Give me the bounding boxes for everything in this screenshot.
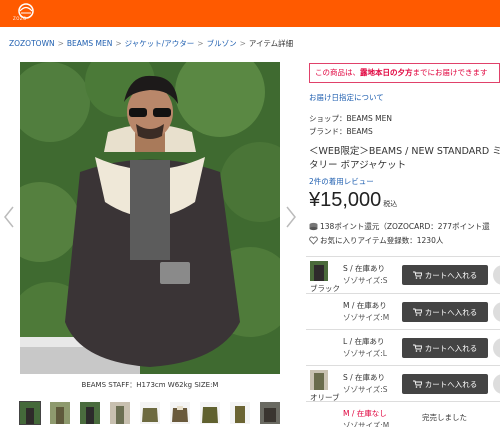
zozo-size: ゾゾサイズ:M [343, 313, 390, 322]
tax-label: 税込 [383, 200, 398, 208]
color-swatch-olive[interactable] [310, 370, 328, 390]
add-to-cart-label: カートへ入れる [424, 307, 478, 317]
add-to-cart-label: カートへ入れる [424, 343, 478, 353]
favorite-toggle[interactable] [493, 302, 500, 322]
stock-row: ブラック S / 在庫あり ゾゾサイズ:S カートへ入れる [306, 256, 500, 293]
breadcrumb-zozotown[interactable]: ZOZOTOWN [9, 39, 55, 48]
zozo-size: ゾゾサイズ:L [343, 349, 387, 358]
breadcrumb-current: アイテム詳細 [248, 39, 294, 48]
breadcrumb-separator: > [239, 39, 246, 48]
coin-stack-icon [309, 222, 318, 231]
thumbnail-9[interactable] [260, 402, 280, 424]
size-stock-status: S / 在庫あり [343, 373, 386, 382]
breadcrumb-jacket-outer[interactable]: ジャケット/アウター [125, 39, 195, 48]
thumbnail-8[interactable] [230, 402, 250, 424]
top-bar: ZOZO [0, 0, 500, 27]
favorite-toggle[interactable] [493, 265, 500, 285]
stock-row: M / 在庫あり ゾゾサイズ:M カートへ入れる [306, 293, 500, 324]
breadcrumb-separator: > [57, 39, 64, 48]
staff-size-caption: BEAMS STAFF：H173cm W62kg SIZE:M [81, 381, 219, 389]
price-row: ¥15,000 税込 [309, 189, 397, 212]
add-to-cart-button[interactable]: カートへ入れる [402, 338, 488, 358]
points-info: 138ポイント還元（ZOZOCARD：277ポイント還 [309, 221, 490, 232]
favorite-toggle[interactable] [493, 338, 500, 358]
favorites-text: お気に入りアイテム登録数：1230人 [320, 236, 444, 245]
breadcrumb: ZOZOTOWN > BEAMS MEN > ジャケット/アウター > ブルゾン > アイテム詳… [9, 38, 293, 49]
thumbnail-6[interactable] [170, 402, 190, 424]
cart-icon [412, 271, 422, 279]
thumbnail-2[interactable] [50, 402, 70, 424]
breadcrumb-beams-men[interactable]: BEAMS MEN [67, 39, 112, 48]
breadcrumb-separator: > [197, 39, 204, 48]
notice-text-bold: 露地本日の夕方 [360, 68, 413, 77]
thumbnail-1[interactable] [19, 401, 41, 425]
size-stock-status: M / 在庫なし [343, 409, 387, 418]
thumbnail-strip [19, 401, 290, 427]
cart-icon [412, 344, 422, 352]
color-swatch-black[interactable] [310, 261, 328, 281]
size-stock-status: L / 在庫あり [343, 337, 385, 346]
add-to-cart-button[interactable]: カートへ入れる [402, 302, 488, 322]
next-image-arrow-icon[interactable] [285, 206, 297, 228]
stock-row: M / 在庫なし ゾゾサイズ:M 完売しました [306, 401, 500, 427]
zozo-size: ゾゾサイズ:S [343, 276, 388, 285]
add-to-cart-label: カートへ入れる [424, 379, 478, 389]
notice-text-pre: この商品は、 [315, 68, 360, 77]
brand-name[interactable]: ブランド：BEAMS [309, 126, 373, 137]
favorite-toggle[interactable] [493, 374, 500, 394]
thumbnail-4[interactable] [110, 402, 130, 424]
cart-icon [412, 380, 422, 388]
breadcrumb-separator: > [115, 39, 122, 48]
thumbnail-3[interactable] [80, 402, 100, 424]
delivery-date-link[interactable]: お届け日指定について [309, 92, 384, 103]
add-to-cart-button[interactable]: カートへ入れる [402, 374, 488, 394]
stock-row: オリーブ S / 在庫あり ゾゾサイズ:S カートへ入れる [306, 365, 500, 402]
prev-image-arrow-icon[interactable] [3, 206, 15, 228]
points-text: 138ポイント還元（ZOZOCARD：277ポイント還 [320, 222, 490, 231]
price: ¥15,000 [309, 189, 382, 211]
product-title-line-2: タリー ボアジャケット [309, 160, 407, 171]
heart-icon [309, 236, 318, 245]
stock-list: ブラック S / 在庫あり ゾゾサイズ:S カートへ入れる M / 在庫あり ゾ… [306, 256, 500, 427]
shop-name[interactable]: ショップ：BEAMS MEN [309, 113, 392, 124]
delivery-notice: この商品は、露地本日の夕方までにお届けできます [309, 63, 500, 83]
zozo-size: ゾゾサイズ:M [343, 421, 390, 427]
thumbnail-7[interactable] [200, 402, 220, 424]
zozo-size: ゾゾサイズ:S [343, 385, 388, 394]
favorites-info: お気に入りアイテム登録数：1230人 [309, 235, 443, 246]
breadcrumb-blouson[interactable]: ブルゾン [207, 39, 237, 48]
main-product-photo[interactable] [20, 62, 280, 374]
sold-out-label: 完売しました [422, 413, 467, 422]
cart-icon [412, 308, 422, 316]
size-stock-status: M / 在庫あり [343, 301, 387, 310]
product-title-line-1: ＜WEB限定＞BEAMS / NEW STANDARD ミ [309, 146, 500, 157]
notice-text-post: までにお届けできます [412, 68, 488, 77]
product-title: ＜WEB限定＞BEAMS / NEW STANDARD ミ タリー ボアジャケッ… [309, 145, 500, 173]
add-to-cart-button[interactable]: カートへ入れる [402, 265, 488, 285]
stock-row: L / 在庫あり ゾゾサイズ:L カートへ入れる [306, 329, 500, 360]
logo-wordmark: ZOZO [13, 16, 27, 21]
review-link[interactable]: 2件の着用レビュー [309, 176, 374, 187]
thumbnail-5[interactable] [140, 402, 160, 424]
add-to-cart-label: カートへ入れる [424, 270, 478, 280]
size-stock-status: S / 在庫あり [343, 264, 386, 273]
